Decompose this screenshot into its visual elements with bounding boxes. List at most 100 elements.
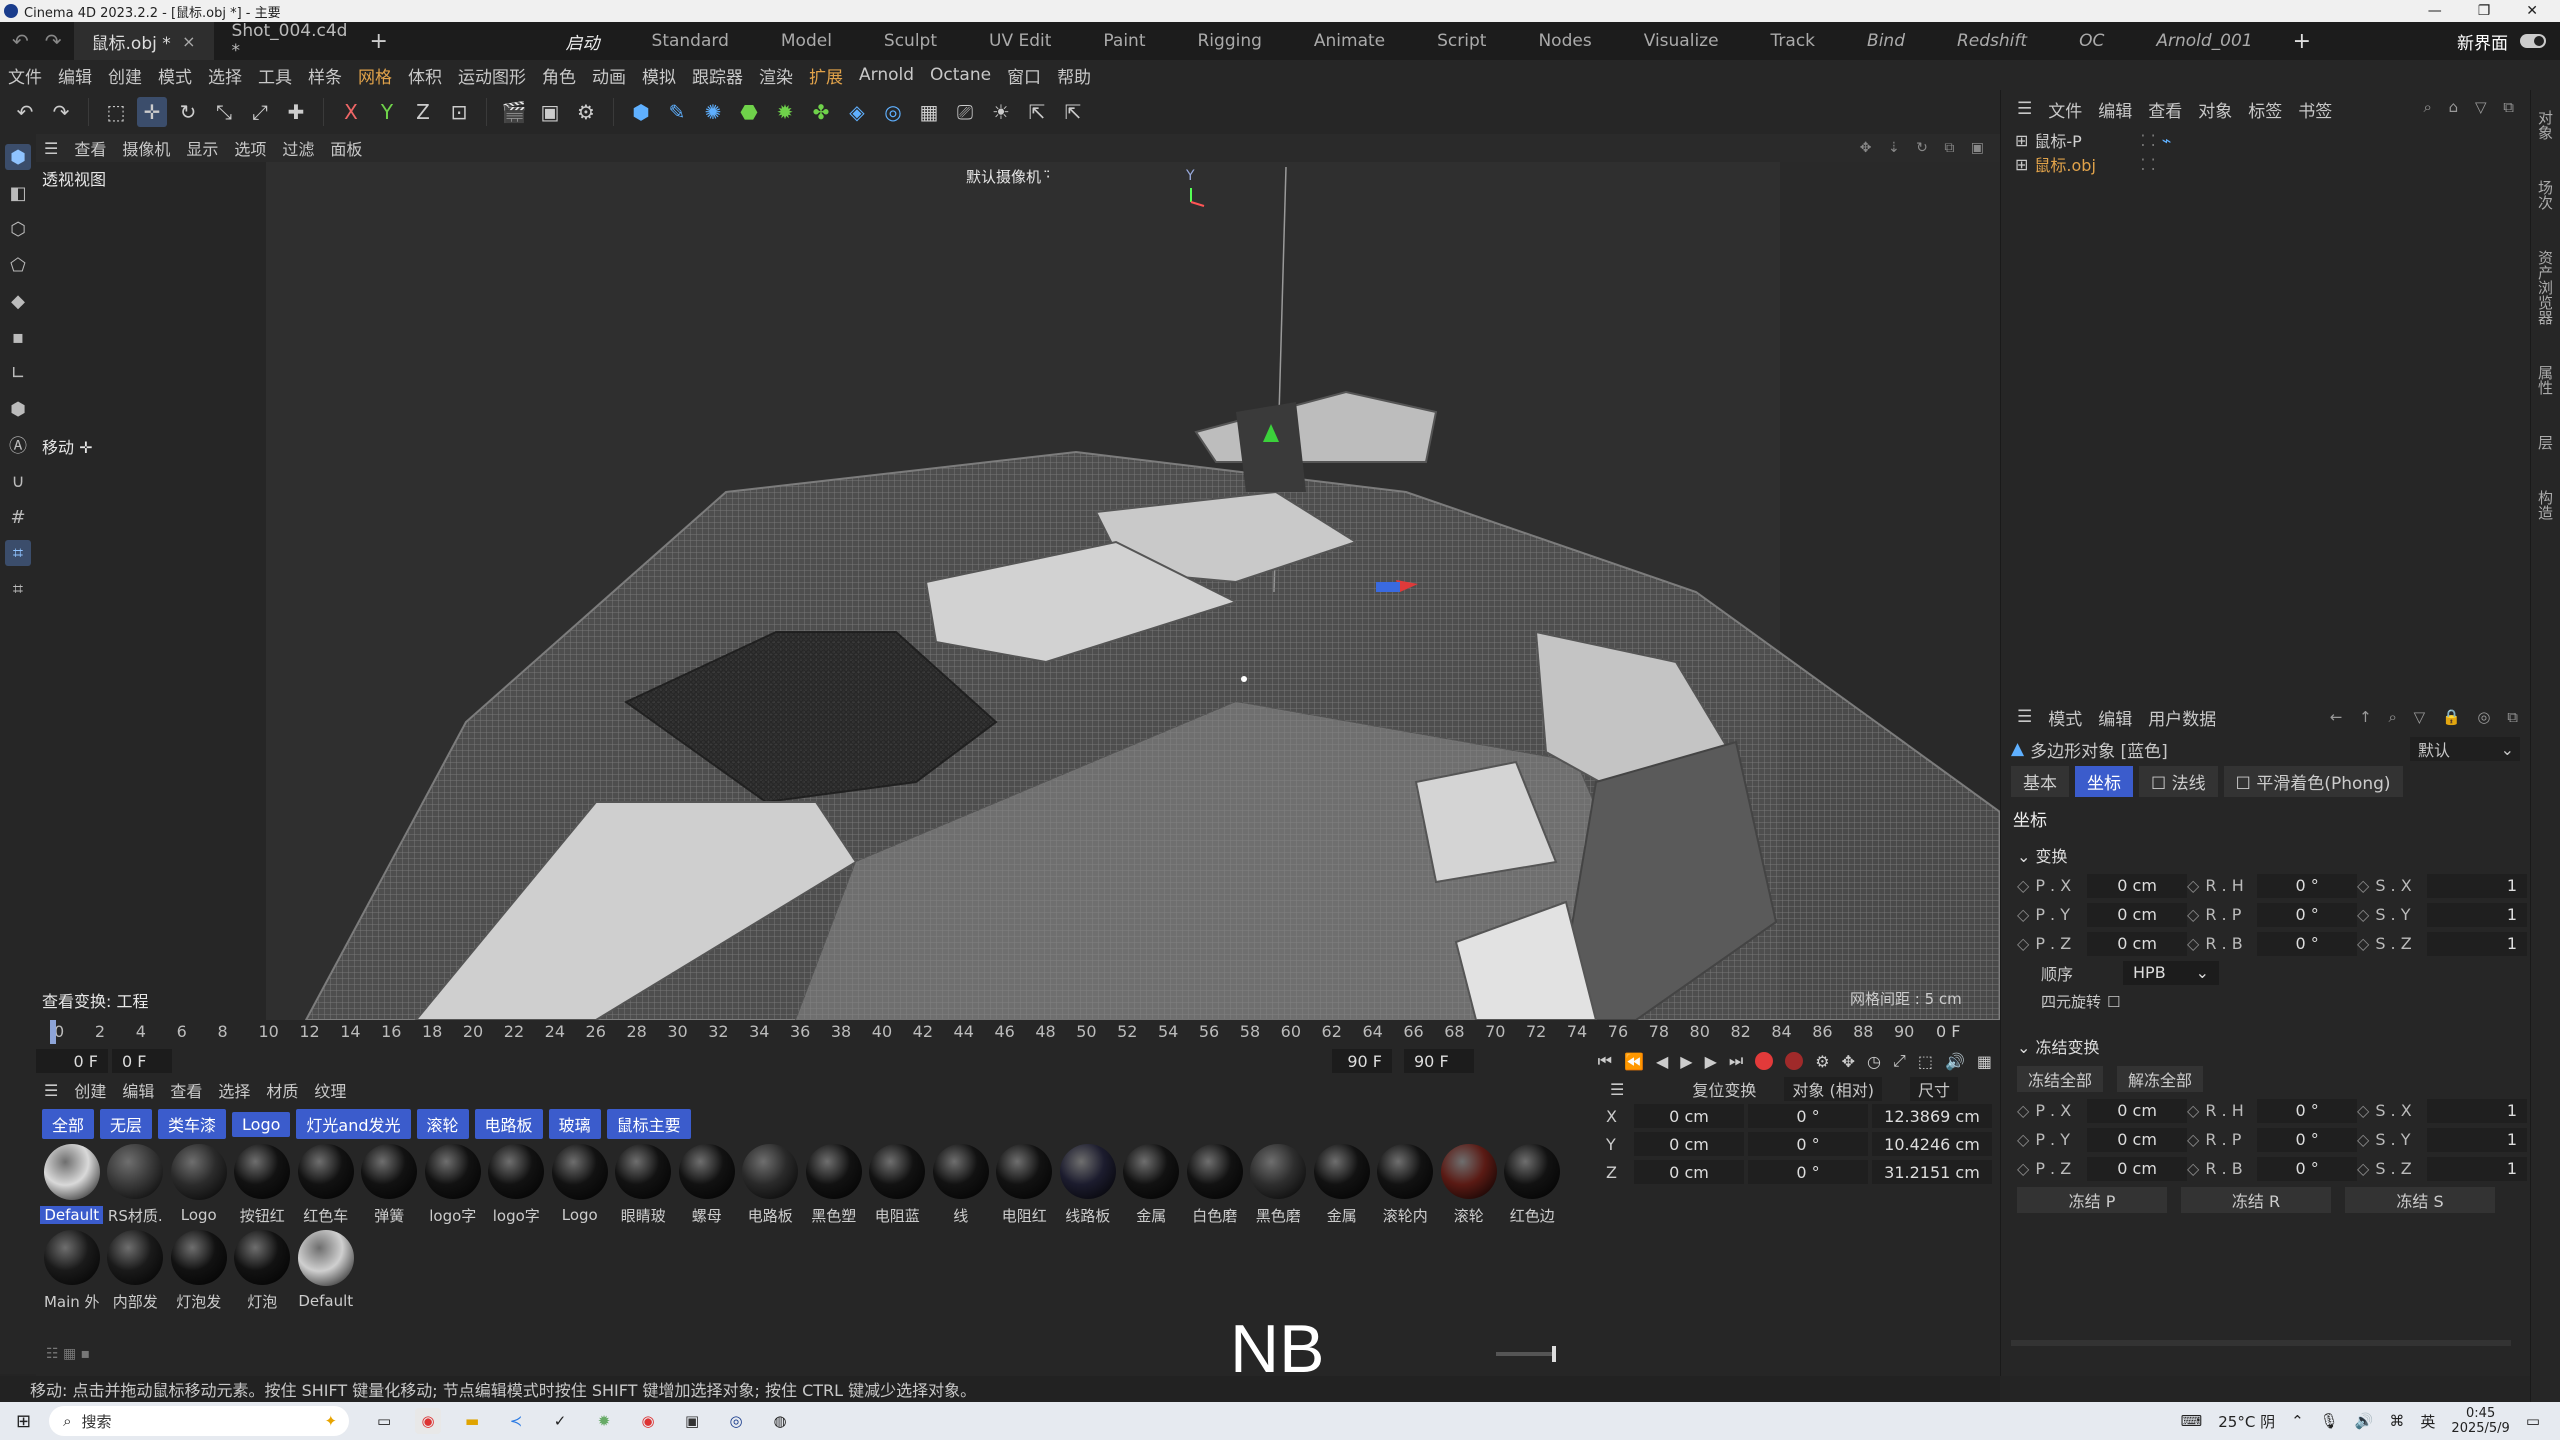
next-frame-icon[interactable]: ▶ (1705, 1052, 1717, 1071)
app2-icon[interactable]: ✹ (591, 1408, 617, 1434)
om-menu-icon[interactable]: ☰ (2011, 99, 2038, 119)
keyframe-dot-icon[interactable]: ◇ (2187, 934, 2199, 953)
undo-icon[interactable]: ↶ (10, 97, 40, 127)
key-scale-icon[interactable]: ⤢ (1893, 1051, 1906, 1071)
material-swatch[interactable]: Logo (167, 1142, 231, 1226)
property-value-field[interactable]: 0 cm (2087, 902, 2187, 927)
coord-size-dropdown[interactable]: 尺寸 (1909, 1077, 1958, 1101)
layout-tab[interactable]: Paint (1077, 22, 1171, 60)
timeline[interactable]: 0 2 4 6 8 10 12 14 16 18 20 22 24 26 28 30 32 34 36 38 40 42 4… (36, 1020, 2000, 1076)
material-swatch[interactable]: 黑色塑 (802, 1142, 866, 1226)
side-tab[interactable]: 对象 (2535, 110, 2556, 140)
layout-tab[interactable]: 启动 (540, 22, 626, 60)
material-swatch[interactable]: Logo (548, 1142, 612, 1226)
attr-menu-userdata[interactable]: 用户数据 (2142, 705, 2222, 730)
volume-icon[interactable]: 🔊 (2355, 1412, 2374, 1430)
deformer-icon[interactable]: ◈ (842, 97, 872, 127)
render-settings-icon[interactable]: ⚙ (571, 97, 601, 127)
material-swatch[interactable]: 红色车 (294, 1142, 358, 1226)
om-menu-item[interactable]: 查看 (2142, 97, 2188, 122)
material-swatch[interactable]: 金属 (1120, 1142, 1184, 1226)
property-value-field[interactable]: 1 (2427, 1127, 2527, 1152)
property-value-field[interactable]: 0 ° (2257, 873, 2357, 898)
material-swatch[interactable]: 白色磨 (1183, 1142, 1247, 1226)
max-frame-field[interactable]: 90 F (1404, 1049, 1474, 1073)
generator-icon[interactable]: ✺ (698, 97, 728, 127)
material-layer-chip[interactable]: 鼠标主要 (606, 1109, 691, 1139)
mat-menu-create[interactable]: 创建 (66, 1078, 114, 1102)
material-swatch[interactable]: 金属 (1310, 1142, 1374, 1226)
chrome-icon[interactable]: ◉ (415, 1408, 442, 1434)
coord-mode-dropdown[interactable]: 对象 (相对) (1784, 1077, 1882, 1101)
keyframe-dot-icon[interactable]: ◇ (2017, 876, 2029, 895)
mat-menu-material[interactable]: 材质 (258, 1078, 306, 1102)
playhead[interactable] (50, 1020, 56, 1044)
layout-tab[interactable]: Standard (626, 22, 755, 60)
side-tab[interactable]: 属性 (2535, 365, 2556, 395)
cube-icon[interactable]: ⬢ (626, 97, 656, 127)
layout-tab[interactable]: Arnold_001 (2130, 22, 2278, 60)
side-tab[interactable]: 层 (2535, 435, 2556, 450)
app3-icon[interactable]: ▣ (679, 1408, 705, 1434)
keyframe-dot-icon[interactable]: ◇ (2357, 1159, 2369, 1178)
close-tab-icon[interactable]: × (182, 32, 195, 51)
language-label[interactable]: 英 (2420, 1411, 2435, 1432)
material-swatch[interactable]: Default (40, 1142, 104, 1226)
rotation-order-dropdown[interactable]: HPB ⌄ (2123, 960, 2220, 985)
property-value-field[interactable]: 0 ° (2257, 1098, 2357, 1123)
layout-tab[interactable]: UV Edit (963, 22, 1077, 60)
play-icon[interactable]: ▶ (1680, 1052, 1692, 1071)
menu-item[interactable]: Octane (922, 65, 999, 85)
record-icon[interactable] (1755, 1052, 1774, 1070)
material-layer-chip[interactable]: 电路板 (474, 1109, 543, 1139)
material-swatch[interactable]: Main 外 (40, 1228, 104, 1312)
select-tool-icon[interactable]: ⬚ (101, 97, 131, 127)
mat-menu-texture[interactable]: 纹理 (306, 1078, 354, 1102)
visibility-dots-icon[interactable]: ⁚ ⁚ (2140, 155, 2155, 174)
mat-menu-select[interactable]: 选择 (210, 1078, 258, 1102)
menu-item[interactable]: Arnold (851, 65, 922, 85)
material-menu-icon[interactable]: ☰ (36, 1081, 66, 1100)
scale-tool-icon[interactable]: ⤡ (209, 97, 239, 127)
material-layer-chip[interactable]: 全部 (42, 1109, 95, 1139)
keyframe-dot-icon[interactable]: ◇ (2187, 1130, 2199, 1149)
material-swatch[interactable]: 线路板 (1056, 1142, 1120, 1226)
attr-nav-icons[interactable]: ← ↑ ⌕ ▽ 🔒 ◎ ⧉ (2324, 708, 2530, 726)
magnet-icon[interactable]: ∪ (5, 468, 31, 494)
notification-icon[interactable]: ▭ (2526, 1412, 2540, 1430)
object-name[interactable]: 鼠标.obj (2034, 152, 2134, 176)
vp-menu-filter[interactable]: 过滤 (274, 136, 322, 160)
keyframe-dot-icon[interactable]: ◇ (2357, 1101, 2369, 1120)
goto-start-icon[interactable]: ⏮ (1598, 1051, 1612, 1071)
workplane-icon[interactable]: ⌗ (5, 540, 31, 566)
coord-rotation-field[interactable]: 0 ° (1748, 1160, 1868, 1184)
material-swatch[interactable]: RS材质. (104, 1142, 168, 1226)
material-swatch[interactable]: 电路板 (739, 1142, 803, 1226)
keyframe-dot-icon[interactable]: ◇ (2187, 905, 2199, 924)
layout-tab[interactable]: Redshift (1931, 22, 2053, 60)
property-value-field[interactable]: 0 cm (2087, 931, 2187, 956)
mograph-icon[interactable]: ✤ (806, 97, 836, 127)
reset-transform-button[interactable]: 复位变换 (1692, 1077, 1756, 1101)
material-layer-chip[interactable]: 灯光and发光 (296, 1109, 411, 1139)
unfreeze-all-button[interactable]: 解冻全部 (2117, 1066, 2203, 1092)
uv-mode-icon[interactable]: ▪ (5, 324, 31, 350)
floor-icon[interactable]: ▦ (914, 97, 944, 127)
cinema4d-task-icon[interactable]: ◎ (723, 1408, 749, 1434)
freeze-p-button[interactable]: 冻结 P (2017, 1187, 2167, 1213)
material-layer-chip[interactable]: 滚轮 (416, 1109, 469, 1139)
material-swatch[interactable]: 内部发 (104, 1228, 168, 1312)
coord-size-field[interactable]: 12.3869 cm (1872, 1104, 1992, 1128)
material-swatch[interactable]: 电阻红 (993, 1142, 1057, 1226)
keyframe-dot-icon[interactable]: ◇ (2357, 1130, 2369, 1149)
om-menu-item[interactable]: 标签 (2242, 97, 2288, 122)
property-value-field[interactable]: 0 ° (2257, 1156, 2357, 1181)
layout-tab[interactable]: OC (2053, 22, 2130, 60)
close-icon[interactable]: ✕ (2526, 3, 2538, 19)
property-value-field[interactable]: 0 cm (2087, 1156, 2187, 1181)
om-menu-item[interactable]: 书签 (2292, 97, 2338, 122)
material-swatch[interactable]: 黑色磨 (1247, 1142, 1311, 1226)
material-swatch[interactable]: 线 (929, 1142, 993, 1226)
material-layer-chip[interactable]: 玻璃 (548, 1109, 601, 1139)
axis-mode-icon[interactable]: ∟ (5, 360, 31, 386)
